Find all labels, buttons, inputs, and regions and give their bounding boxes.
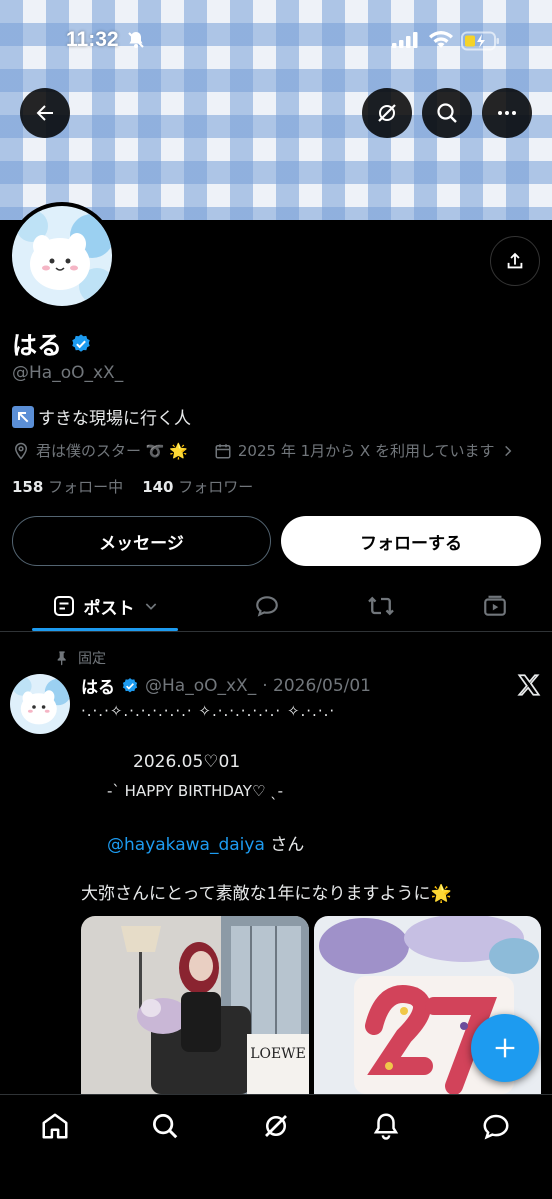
following-count: 158 bbox=[12, 478, 44, 496]
search-icon bbox=[437, 103, 457, 123]
followers-label: フォロワー bbox=[178, 478, 254, 496]
post-date[interactable]: · 2026/05/01 bbox=[262, 676, 371, 696]
nav-home[interactable] bbox=[40, 1111, 70, 1141]
post-date-line: 2026.05♡01 bbox=[133, 752, 241, 772]
grok-icon bbox=[378, 104, 396, 122]
home-icon bbox=[42, 1113, 68, 1139]
active-tab-indicator bbox=[32, 628, 178, 631]
profile-bio: すきな現場に行く人 bbox=[12, 404, 191, 429]
verified-badge-icon[interactable] bbox=[121, 677, 139, 695]
post-image-1[interactable]: LOEWE bbox=[81, 916, 309, 1094]
profile-avatar[interactable] bbox=[8, 202, 116, 310]
profile-tabs: ポスト bbox=[0, 582, 552, 632]
share-button[interactable] bbox=[490, 236, 540, 286]
profile-handle: @Ha_oO_xX_ bbox=[12, 363, 124, 383]
avatar-image bbox=[10, 674, 70, 734]
pinned-label: 固定 bbox=[78, 651, 106, 667]
tab-replies[interactable] bbox=[242, 582, 292, 630]
chevron-right-icon[interactable] bbox=[501, 444, 515, 458]
chevron-down-icon bbox=[145, 603, 156, 610]
chat-bubble-icon bbox=[483, 1114, 509, 1140]
search-button[interactable] bbox=[422, 88, 472, 138]
post-message-line: 大弥さんにとって素敵な1年になりますように🌟 bbox=[81, 884, 452, 904]
grok-button[interactable] bbox=[362, 88, 412, 138]
follow-stats: 158 フォロー中 140 フォロワー bbox=[12, 476, 253, 497]
status-bar: 11:32 bbox=[0, 26, 552, 56]
avatar-image bbox=[12, 206, 112, 306]
battery-charging-icon bbox=[461, 31, 501, 55]
following-link[interactable]: 158 フォロー中 bbox=[12, 478, 123, 496]
tab-posts[interactable]: ポスト bbox=[32, 582, 178, 630]
bottom-navigation bbox=[0, 1094, 552, 1199]
following-label: フォロー中 bbox=[48, 478, 124, 496]
mention-link[interactable]: @hayakawa_daiya bbox=[107, 835, 265, 855]
nav-search[interactable] bbox=[150, 1111, 180, 1141]
tab-posts-label: ポスト bbox=[83, 598, 135, 619]
bell-icon bbox=[373, 1113, 399, 1140]
media-video-icon bbox=[484, 595, 506, 616]
nav-notifications[interactable] bbox=[371, 1111, 401, 1141]
grok-icon bbox=[265, 1115, 287, 1137]
post-mention-line: @hayakawa_daiya さん bbox=[107, 830, 304, 855]
cellular-signal-icon bbox=[392, 32, 418, 52]
more-button[interactable] bbox=[482, 88, 532, 138]
profile-location: 君は僕のスター ➰ 🌟 bbox=[36, 442, 188, 460]
wifi-icon bbox=[428, 30, 454, 54]
follow-button[interactable]: フォローする bbox=[281, 516, 541, 566]
post-author-name[interactable]: はる bbox=[81, 673, 115, 698]
more-horizontal-icon bbox=[498, 111, 516, 115]
profile-name-text: はる bbox=[12, 331, 63, 360]
pinned-indicator: 固定 bbox=[54, 648, 106, 668]
post-author-handle[interactable]: @Ha_oO_xX_ bbox=[145, 676, 256, 696]
profile-name: はる bbox=[12, 326, 92, 362]
reply-bubble-icon bbox=[256, 596, 278, 617]
compose-post-button[interactable] bbox=[471, 1014, 539, 1082]
share-icon bbox=[507, 252, 523, 269]
post-header: はる @Ha_oO_xX_ · 2026/05/01 bbox=[81, 673, 371, 699]
followers-link[interactable]: 140 フォロワー bbox=[142, 478, 253, 496]
post-sparkle-line: ·.·.·✧.·.·.·.·.·.· ✧.·.·.·.·.·.· ✧.·.·.· bbox=[81, 702, 336, 720]
back-button[interactable] bbox=[20, 88, 70, 138]
arrow-up-left-emoji-icon bbox=[12, 405, 34, 428]
posts-tab-icon bbox=[53, 596, 74, 616]
arrow-left-icon bbox=[36, 105, 53, 121]
followers-count: 140 bbox=[142, 478, 174, 496]
bio-text: すきな現場に行く人 bbox=[38, 409, 191, 429]
search-icon bbox=[153, 1114, 178, 1139]
post-author-avatar[interactable] bbox=[10, 674, 70, 734]
mention-suffix: さん bbox=[264, 835, 305, 855]
calendar-icon bbox=[215, 443, 231, 458]
profile-joined-date: 2025 年 1月から X を利用しています bbox=[237, 442, 495, 460]
message-button[interactable]: メッセージ bbox=[12, 516, 271, 566]
post-birthday-line: -ˋ HAPPY BIRTHDAY♡ ˎ- bbox=[107, 782, 284, 800]
status-time: 11:32 bbox=[66, 28, 119, 51]
profile-meta: 君は僕のスター ➰ 🌟 2025 年 1月から X を利用しています bbox=[12, 440, 515, 461]
plus-icon bbox=[495, 1038, 515, 1058]
nav-messages[interactable] bbox=[481, 1111, 511, 1141]
repost-icon bbox=[368, 596, 394, 616]
location-pin-icon bbox=[14, 442, 28, 460]
nav-grok[interactable] bbox=[261, 1111, 291, 1141]
tab-media[interactable] bbox=[470, 582, 520, 630]
pin-icon bbox=[57, 651, 66, 666]
tab-reposts[interactable] bbox=[356, 582, 406, 630]
verified-badge-icon[interactable] bbox=[70, 333, 92, 355]
x-logo-icon[interactable] bbox=[516, 672, 542, 702]
loewe-bag-text: LOEWE bbox=[250, 1046, 306, 1062]
bell-muted-icon bbox=[126, 30, 146, 54]
